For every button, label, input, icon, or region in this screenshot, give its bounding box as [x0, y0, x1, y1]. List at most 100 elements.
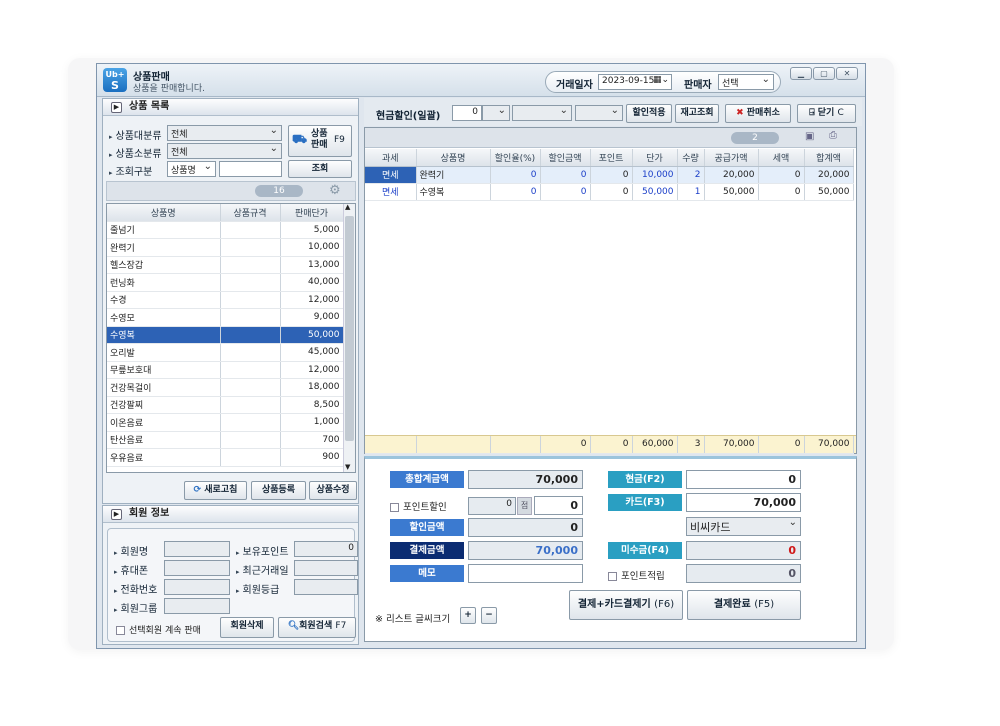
- sale-row[interactable]: 면세 완력기 0 0 0 10,000 2 20,000 0 20,000: [365, 166, 854, 184]
- product-row[interactable]: 줄넘기 5,000: [107, 221, 344, 239]
- close-button[interactable]: ⍈ 닫기 C: [797, 104, 856, 123]
- calendar-icon[interactable]: ▦⌄: [653, 75, 669, 85]
- stock-button[interactable]: 재고조회: [675, 104, 719, 123]
- product-row[interactable]: 수경 12,000: [107, 291, 344, 309]
- sale-qty: 1: [677, 183, 705, 201]
- product-sell-button[interactable]: ⛟ 상품 판매 F9: [288, 125, 352, 157]
- seller-select[interactable]: 선택: [718, 74, 774, 90]
- card-company-select[interactable]: 비씨카드: [686, 517, 801, 536]
- scroll-thumb[interactable]: [345, 216, 354, 441]
- category1-select[interactable]: 전체: [167, 125, 282, 141]
- register-button[interactable]: 상품등록: [251, 481, 306, 500]
- discount-input[interactable]: 0: [452, 105, 482, 121]
- grid-col-1[interactable]: 상품명: [416, 149, 491, 167]
- delete-member-button[interactable]: 회원삭제: [220, 617, 274, 638]
- product-scrollbar[interactable]: ▲ ▼: [343, 204, 355, 472]
- print-icon[interactable]: ⎙: [829, 130, 837, 141]
- member-tel-field[interactable]: [164, 579, 230, 595]
- pay-card-button[interactable]: 결제+카드결제기 (F6): [569, 590, 683, 620]
- gear-icon[interactable]: ⚙: [329, 183, 341, 198]
- edit-product-button[interactable]: 상품수정: [309, 481, 357, 500]
- total-amount-field: 70,000: [468, 470, 583, 489]
- maximize-button[interactable]: ▢: [813, 67, 835, 80]
- collapse-arrow-icon[interactable]: ▶: [111, 509, 122, 520]
- product-row[interactable]: 수영복 50,000: [107, 326, 344, 344]
- cash-field[interactable]: 0: [686, 470, 801, 489]
- font-plus-button[interactable]: +: [460, 607, 476, 624]
- col-price[interactable]: 판매단가: [280, 204, 344, 222]
- grid-col-2[interactable]: 할인율(%): [490, 149, 541, 167]
- grid-col-0[interactable]: 과세: [365, 149, 417, 167]
- member-name-field[interactable]: [164, 541, 230, 557]
- product-row[interactable]: 이온음료 1,000: [107, 413, 344, 432]
- sale-disc: 0: [540, 166, 591, 184]
- product-row[interactable]: 완력기 10,000: [107, 238, 344, 257]
- scroll-up-icon[interactable]: ▲: [345, 204, 350, 211]
- grid-toolbar: 2 ▣ ⎙: [365, 128, 856, 148]
- col-spec[interactable]: 상품규격: [220, 204, 281, 222]
- product-row[interactable]: 탄산음료 700: [107, 431, 344, 449]
- product-row[interactable]: 무릎보호대 12,000: [107, 361, 344, 379]
- search-type-select[interactable]: 상품명: [167, 161, 216, 177]
- product-row[interactable]: 수영모 9,000: [107, 308, 344, 327]
- font-minus-button[interactable]: −: [481, 607, 497, 624]
- recent-date-field[interactable]: [294, 560, 358, 576]
- product-name: 런닝화: [107, 273, 221, 292]
- date-seller-bar: 거래일자 2023-09-15 ▦⌄ 판매자 선택: [545, 71, 781, 93]
- minimize-button[interactable]: ▁: [790, 67, 812, 80]
- member-group-field[interactable]: [164, 598, 230, 614]
- grid-col-3[interactable]: 할인금액: [540, 149, 591, 167]
- sale-price: 10,000: [632, 166, 678, 184]
- refresh-button[interactable]: ⟳ 새로고침: [184, 481, 247, 500]
- font-size-label: ※ 리스트 글씨크기: [375, 614, 451, 625]
- grid-col-7[interactable]: 공급가액: [704, 149, 759, 167]
- excel-icon[interactable]: ▣: [805, 131, 814, 142]
- point-save-checkbox[interactable]: 포인트적립: [608, 568, 665, 582]
- product-spec: [220, 326, 281, 344]
- grid-col-9[interactable]: 합계액: [804, 149, 854, 167]
- product-name: 오리발: [107, 343, 221, 362]
- continue-sell-checkbox[interactable]: 선택회원 계속 판매: [116, 623, 201, 636]
- app-logo: Ub+ S: [103, 68, 127, 92]
- member-phone-field[interactable]: [164, 560, 230, 576]
- discount-select-2[interactable]: [512, 105, 572, 121]
- product-name: 수영모: [107, 308, 221, 327]
- col-name[interactable]: 상품명: [107, 204, 221, 222]
- scroll-down-icon[interactable]: ▼: [345, 463, 350, 471]
- member-name-label: ▸ 회원명: [114, 547, 149, 558]
- card-field[interactable]: 70,000: [686, 493, 801, 512]
- point-discount-value[interactable]: 0: [534, 496, 583, 515]
- grid-col-6[interactable]: 수량: [677, 149, 705, 167]
- collapse-arrow-icon[interactable]: ▶: [111, 102, 122, 113]
- cancel-sale-button[interactable]: ✖ 판매취소: [725, 104, 791, 123]
- product-row[interactable]: 건강팔찌 8,500: [107, 396, 344, 414]
- product-row[interactable]: 헬스장갑 13,000: [107, 256, 344, 274]
- product-row[interactable]: 건강목걸이 18,000: [107, 378, 344, 397]
- grid-col-5[interactable]: 단가: [632, 149, 678, 167]
- member-phone-label: ▸ 휴대폰: [114, 566, 149, 577]
- search-input[interactable]: [219, 161, 282, 177]
- complete-payment-button[interactable]: 결제완료 (F5): [687, 590, 801, 620]
- grade-field[interactable]: [294, 579, 358, 595]
- point-discount-input[interactable]: 0: [468, 497, 516, 515]
- points-field[interactable]: 0: [294, 541, 358, 557]
- discount-select-3[interactable]: [575, 105, 623, 121]
- points-label: ▸ 보유포인트: [236, 547, 289, 558]
- grid-col-8[interactable]: 세액: [758, 149, 805, 167]
- product-price: 900: [280, 448, 344, 467]
- product-row[interactable]: 우유음료 900: [107, 448, 344, 467]
- product-row[interactable]: 런닝화 40,000: [107, 273, 344, 292]
- category2-select[interactable]: 전체: [167, 143, 282, 159]
- search-button[interactable]: 조회: [288, 160, 352, 178]
- memo-field[interactable]: [468, 564, 583, 583]
- close-window-button[interactable]: ✕: [836, 67, 858, 80]
- product-price: 8,500: [280, 396, 344, 414]
- date-picker[interactable]: 2023-09-15 ▦⌄: [598, 74, 672, 90]
- discount-unit-select[interactable]: [482, 105, 510, 121]
- product-row[interactable]: 오리발 45,000: [107, 343, 344, 362]
- sale-row[interactable]: 면세 수영복 0 0 0 50,000 1 50,000 0 50,000: [365, 183, 854, 201]
- apply-discount-button[interactable]: 할인적용: [626, 104, 672, 123]
- grid-col-4[interactable]: 포인트: [590, 149, 633, 167]
- point-discount-checkbox[interactable]: 포인트할인: [390, 499, 447, 513]
- member-search-button[interactable]: 🔍︎회원검색 F7: [278, 617, 356, 638]
